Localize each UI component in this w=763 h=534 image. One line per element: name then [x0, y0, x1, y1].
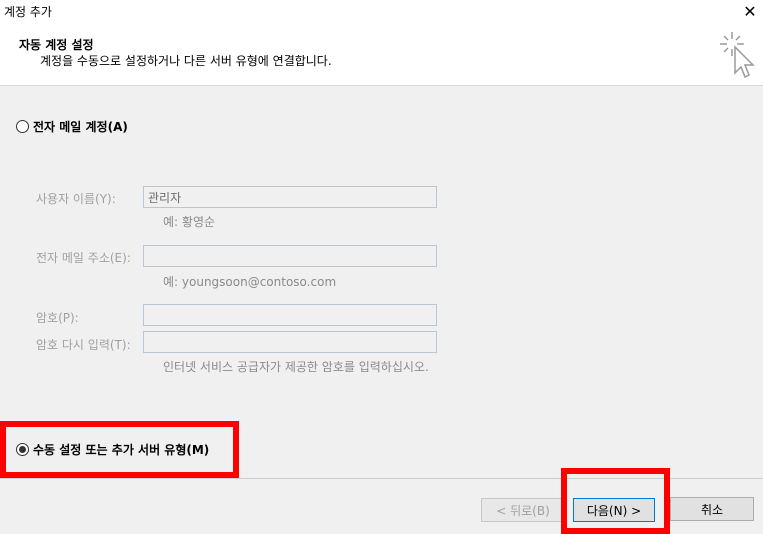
- cancel-button[interactable]: 취소: [670, 497, 754, 521]
- email-account-label: 전자 메일 계정(A): [33, 120, 128, 134]
- header-panel: 자동 계정 설정 계정을 수동으로 설정하거나 다른 서버 유형에 연결합니다.: [0, 22, 763, 86]
- radio-checked-icon: [16, 443, 29, 456]
- footer-divider: [0, 478, 763, 479]
- setup-wizard-icon: [720, 32, 755, 79]
- close-icon[interactable]: ✕: [739, 0, 761, 22]
- next-button[interactable]: 다음(N) >: [573, 498, 655, 522]
- radio-unchecked-icon: [16, 120, 29, 133]
- email-hint: 예: youngsoon@contoso.com: [163, 275, 337, 289]
- confirm-password-label: 암호 다시 입력(T):: [36, 338, 131, 352]
- title-bar: 계정 추가 ✕: [0, 0, 763, 22]
- page-title: 자동 계정 설정: [19, 38, 94, 52]
- email-field[interactable]: [143, 245, 437, 267]
- username-label: 사용자 이름(Y):: [36, 192, 116, 206]
- password-field[interactable]: [143, 304, 437, 326]
- email-account-radio[interactable]: 전자 메일 계정(A): [16, 118, 128, 135]
- window-title: 계정 추가: [4, 5, 52, 19]
- password-hint: 인터넷 서비스 공급자가 제공한 암호를 입력하십시오.: [163, 360, 429, 374]
- back-button[interactable]: < 뒤로(B): [481, 498, 565, 522]
- confirm-password-field[interactable]: [143, 331, 437, 353]
- page-subtitle: 계정을 수동으로 설정하거나 다른 서버 유형에 연결합니다.: [40, 54, 332, 68]
- username-hint: 예: 황영순: [163, 215, 216, 229]
- email-label: 전자 메일 주소(E):: [36, 251, 131, 265]
- manual-setup-radio[interactable]: 수동 설정 또는 추가 서버 유형(M): [16, 441, 209, 458]
- password-label: 암호(P):: [36, 311, 79, 325]
- username-field[interactable]: [143, 186, 437, 208]
- manual-setup-label: 수동 설정 또는 추가 서버 유형(M): [33, 443, 210, 457]
